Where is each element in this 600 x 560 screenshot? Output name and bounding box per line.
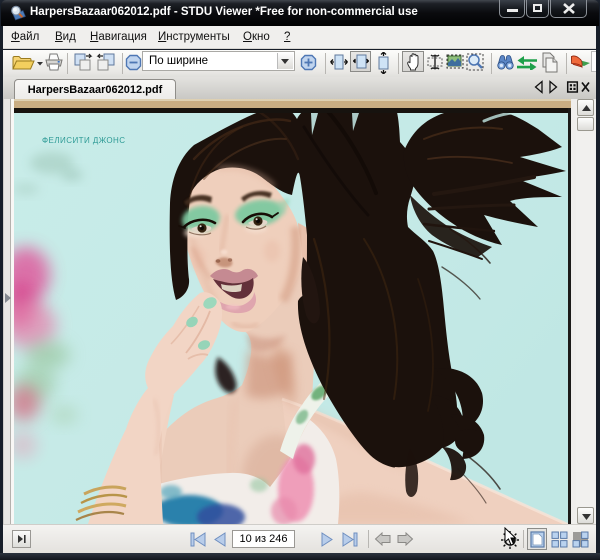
svg-text:ФЕЛИСИТИ ДЖОНС: ФЕЛИСИТИ ДЖОНС (42, 136, 126, 145)
